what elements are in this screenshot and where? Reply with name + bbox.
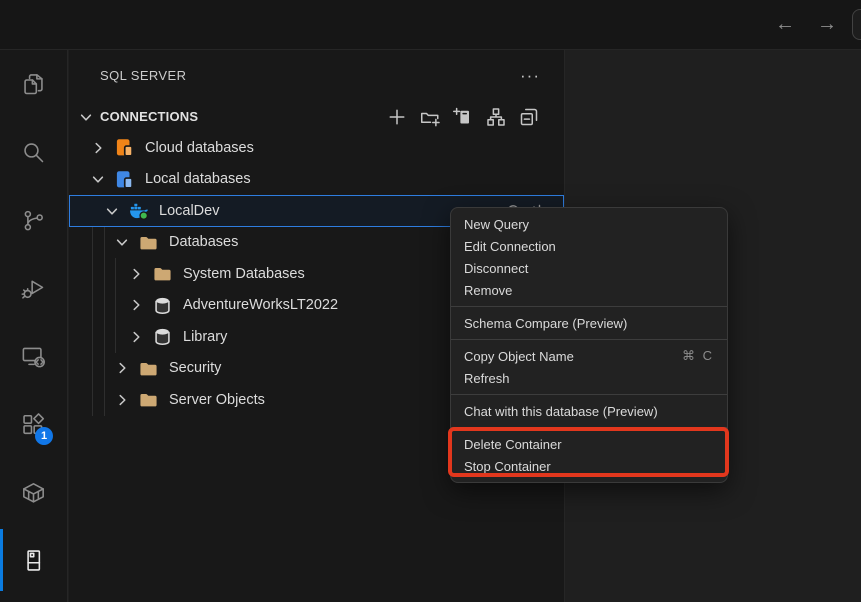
tree-item-label: Cloud databases — [145, 140, 254, 156]
tree-item-label: Databases — [169, 234, 238, 250]
run-and-debug-icon — [20, 275, 47, 302]
chevron-right-icon[interactable] — [128, 297, 144, 313]
tree-item-cloud-databases[interactable]: Cloud databases — [69, 132, 564, 164]
menu-item-label: New Query — [464, 217, 529, 232]
tree-item-label: Local databases — [145, 171, 251, 187]
chevron-right-icon[interactable] — [114, 392, 130, 408]
sidebar-title: SQL SERVER — [100, 68, 186, 83]
activity-item-containers[interactable] — [0, 458, 67, 526]
menu-item-label: Stop Container — [464, 459, 551, 474]
search-icon — [20, 139, 47, 166]
connect-hierarchy-icon[interactable] — [486, 107, 506, 127]
source-control-icon — [20, 207, 47, 234]
tree-item-label: AdventureWorksLT2022 — [183, 297, 338, 313]
folder-icon — [153, 264, 172, 283]
titlebar-control-fragment — [852, 9, 861, 40]
menu-item-label: Delete Container — [464, 437, 562, 452]
menu-separator — [451, 306, 727, 307]
collapse-all-icon[interactable] — [519, 107, 539, 127]
activity-item-source-control[interactable] — [0, 186, 67, 254]
connections-section-header[interactable]: CONNECTIONS — [69, 101, 564, 132]
activity-item-extensions[interactable]: 1 — [0, 390, 67, 458]
menu-item-label: Edit Connection — [464, 239, 556, 254]
more-actions-icon[interactable]: ··· — [520, 66, 540, 86]
docker-icon — [129, 201, 148, 220]
explorer-icon — [20, 71, 47, 98]
menu-item-shortcut: ⌘ C — [682, 348, 714, 364]
activity-item-explorer[interactable] — [0, 50, 67, 118]
menu-item-stop-container[interactable]: Stop Container — [451, 455, 727, 477]
add-server-icon[interactable] — [453, 107, 473, 127]
chevron-right-icon[interactable] — [90, 140, 106, 156]
containers-icon — [20, 479, 47, 506]
new-connection-group-icon[interactable] — [420, 107, 440, 127]
back-arrow-icon[interactable]: ← — [772, 11, 798, 37]
section-label: CONNECTIONS — [100, 109, 198, 124]
project-icon — [115, 138, 134, 157]
database-icon — [153, 327, 172, 346]
activity-item-sql-server[interactable] — [0, 526, 67, 594]
section-toolbar — [387, 107, 564, 127]
folder-icon — [139, 359, 158, 378]
activity-item-run-and-debug[interactable] — [0, 254, 67, 322]
tree-item-label: LocalDev — [159, 203, 219, 219]
menu-separator — [451, 339, 727, 340]
chevron-down-icon[interactable] — [114, 234, 130, 250]
chevron-down-icon — [78, 109, 94, 125]
chevron-down-icon[interactable] — [90, 171, 106, 187]
menu-item-label: Remove — [464, 283, 512, 298]
tree-item-label: Library — [183, 329, 227, 345]
menu-separator — [451, 394, 727, 395]
tree-item-local-databases[interactable]: Local databases — [69, 164, 564, 196]
activity-item-search[interactable] — [0, 118, 67, 186]
menu-separator — [451, 427, 727, 428]
folder-icon — [139, 390, 158, 409]
menu-item-label: Chat with this database (Preview) — [464, 404, 658, 419]
forward-arrow-icon[interactable]: → — [814, 11, 840, 37]
titlebar: ← → — [0, 0, 861, 50]
chevron-right-icon[interactable] — [128, 266, 144, 282]
menu-item-remove[interactable]: Remove — [451, 279, 727, 301]
sql-server-icon — [20, 547, 47, 574]
menu-item-disconnect[interactable]: Disconnect — [451, 257, 727, 279]
tree-item-label: System Databases — [183, 266, 305, 282]
tree-item-label: Security — [169, 360, 221, 376]
menu-item-label: Refresh — [464, 371, 510, 386]
activity-item-remote-explorer[interactable] — [0, 322, 67, 390]
menu-item-refresh[interactable]: Refresh — [451, 367, 727, 389]
menu-item-edit-connection[interactable]: Edit Connection — [451, 235, 727, 257]
menu-item-copy-object-name[interactable]: Copy Object Name ⌘ C — [451, 345, 727, 367]
menu-item-schema-compare-preview[interactable]: Schema Compare (Preview) — [451, 312, 727, 334]
chevron-down-icon[interactable] — [104, 203, 120, 219]
menu-item-label: Copy Object Name — [464, 349, 574, 364]
context-menu: New Query Edit Connection Disconnect Remove… — [450, 207, 728, 483]
extensions-badge: 1 — [35, 427, 53, 445]
project-icon — [115, 170, 134, 189]
folder-icon — [139, 233, 158, 252]
menu-item-chat-with-this-database-preview[interactable]: Chat with this database (Preview) — [451, 400, 727, 422]
chevron-right-icon[interactable] — [114, 360, 130, 376]
activity-bar: 1 — [0, 50, 68, 602]
sidebar-header: SQL SERVER ··· — [69, 50, 564, 101]
menu-item-label: Disconnect — [464, 261, 528, 276]
chevron-right-icon[interactable] — [128, 329, 144, 345]
remote-explorer-icon — [20, 343, 47, 370]
menu-item-delete-container[interactable]: Delete Container — [451, 433, 727, 455]
add-connection-icon[interactable] — [387, 107, 407, 127]
database-icon — [153, 296, 172, 315]
menu-item-new-query[interactable]: New Query — [451, 213, 727, 235]
menu-item-label: Schema Compare (Preview) — [464, 316, 627, 331]
tree-item-label: Server Objects — [169, 392, 265, 408]
